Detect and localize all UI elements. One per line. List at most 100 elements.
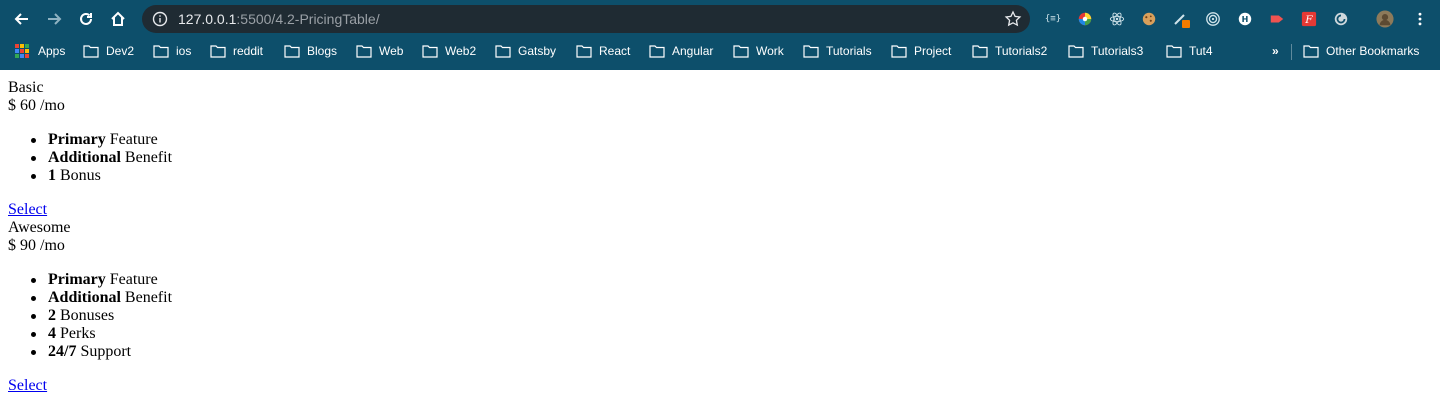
feature-text: Benefit xyxy=(120,149,173,166)
bookmark-label: Project xyxy=(914,44,952,58)
bookmark-folder-tutorials3[interactable]: Tutorials3 xyxy=(1068,42,1143,60)
bookmark-folder-web2[interactable]: Web2 xyxy=(422,42,476,60)
bookmark-label: Other Bookmarks xyxy=(1326,44,1420,58)
select-awesome-link[interactable]: Select xyxy=(8,377,47,395)
folder-icon xyxy=(153,45,169,58)
feature-text: Bonus xyxy=(56,167,101,184)
bookmark-label: Web2 xyxy=(445,44,477,58)
extension-cookie-icon[interactable] xyxy=(1140,10,1158,28)
bookmark-folder-blogs[interactable]: Blogs xyxy=(284,42,337,60)
feature-text: Feature xyxy=(105,271,158,288)
bookmark-folder-angular[interactable]: Angular xyxy=(649,42,713,60)
bookmark-label: ios xyxy=(176,44,192,58)
back-button[interactable] xyxy=(10,7,34,31)
folder-icon xyxy=(83,45,99,58)
bookmark-folder-tutorials2[interactable]: Tutorials2 xyxy=(972,42,1047,60)
folder-icon xyxy=(422,45,438,58)
list-item: Primary Feature xyxy=(0,131,172,149)
browser-toolbar: 127.0.0.1:5500/4.2-PricingTable/ {≡} H F xyxy=(0,0,1440,38)
feature-text: Support xyxy=(76,343,132,360)
feature-highlight: 4 xyxy=(48,325,56,342)
bookmark-label: Gatsby xyxy=(518,44,557,58)
folder-icon xyxy=(733,45,749,58)
feature-highlight: Primary xyxy=(48,131,106,148)
bookmark-label: reddit xyxy=(233,44,264,58)
extension-react-icon[interactable] xyxy=(1108,10,1126,28)
extension-json-icon[interactable]: {≡} xyxy=(1044,10,1062,28)
feature-highlight: 2 xyxy=(48,307,56,324)
bookmark-folder-web[interactable]: Web xyxy=(356,42,403,60)
extension-pen-icon[interactable] xyxy=(1172,10,1190,28)
bookmark-label: Tutorials3 xyxy=(1091,44,1144,58)
svg-text:H: H xyxy=(1242,15,1249,24)
bookmarks-bar: Apps Dev2 ios reddit Blogs Web Web2 Gats… xyxy=(0,38,1440,64)
apps-grid-icon xyxy=(15,44,29,58)
plan-name: Awesome xyxy=(8,219,71,236)
reload-button[interactable] xyxy=(74,7,98,31)
feature-list: Primary Feature Additional Benefit 1 Bon… xyxy=(0,131,172,185)
browser-menu-icon[interactable] xyxy=(1411,10,1429,28)
extension-target-icon[interactable] xyxy=(1204,10,1222,28)
reload-icon xyxy=(80,12,92,25)
extension-color-wheel-icon[interactable] xyxy=(1076,10,1094,28)
chevron-double-right-icon: » xyxy=(1272,44,1279,58)
feature-text: Feature xyxy=(105,131,158,148)
bookmark-label: Apps xyxy=(38,44,66,58)
list-item: 2 Bonuses xyxy=(0,307,172,325)
bookmark-folder-react[interactable]: React xyxy=(576,42,630,60)
bookmark-folder-ios[interactable]: ios xyxy=(153,42,191,60)
feature-text: Benefit xyxy=(120,289,173,306)
url-text: 127.0.0.1:5500/4.2-PricingTable/ xyxy=(178,11,380,27)
list-item: Additional Benefit xyxy=(0,149,172,167)
site-info-icon[interactable] xyxy=(152,11,168,27)
select-basic-link[interactable]: Select xyxy=(8,201,47,219)
folder-icon xyxy=(803,45,819,58)
bookmark-folder-project[interactable]: Project xyxy=(891,42,951,60)
plan-price: $ 60 /mo xyxy=(8,97,65,114)
bookmark-folder-dev2[interactable]: Dev2 xyxy=(83,42,134,60)
folder-icon xyxy=(1068,45,1084,58)
forward-arrow-icon xyxy=(48,13,62,25)
extension-arrow-icon[interactable] xyxy=(1268,10,1286,28)
folder-icon xyxy=(356,45,372,58)
feature-text: Bonuses xyxy=(56,307,115,324)
profile-avatar-icon[interactable] xyxy=(1376,10,1394,28)
folder-icon xyxy=(1166,45,1182,58)
home-icon xyxy=(111,11,125,26)
home-button[interactable] xyxy=(106,7,130,31)
folder-icon xyxy=(891,45,907,58)
bookmark-folder-reddit[interactable]: reddit xyxy=(210,42,263,60)
extension-f-icon[interactable]: F xyxy=(1300,10,1318,28)
bookmark-other-bookmarks[interactable]: Other Bookmarks xyxy=(1303,42,1419,60)
folder-icon xyxy=(972,45,988,58)
feature-highlight: Additional xyxy=(48,149,121,166)
bookmark-label: Tutorials xyxy=(826,44,872,58)
back-arrow-icon xyxy=(14,13,28,25)
bookmark-label: Web xyxy=(379,44,404,58)
address-bar[interactable]: 127.0.0.1:5500/4.2-PricingTable/ xyxy=(142,5,1030,33)
bookmark-label: Dev2 xyxy=(106,44,135,58)
bookmark-label: Tutorials2 xyxy=(995,44,1048,58)
feature-highlight: 1 xyxy=(48,167,56,184)
bookmark-folder-tut4[interactable]: Tut4 xyxy=(1166,42,1213,60)
bookmark-folder-gatsby[interactable]: Gatsby xyxy=(495,42,556,60)
bookmark-apps[interactable]: Apps xyxy=(15,42,65,60)
bookmark-folder-work[interactable]: Work xyxy=(733,42,784,60)
bookmark-label: Blogs xyxy=(307,44,338,58)
bookmark-label: Tut4 xyxy=(1189,44,1213,58)
folder-icon xyxy=(649,45,665,58)
extension-circle-icon[interactable] xyxy=(1332,10,1350,28)
forward-button[interactable] xyxy=(42,7,66,31)
url-path: :5500/4.2-PricingTable/ xyxy=(236,11,380,27)
bookmarks-overflow-button[interactable]: » xyxy=(1272,42,1279,60)
feature-highlight: Primary xyxy=(48,271,106,288)
folder-icon xyxy=(1303,45,1319,58)
folder-icon xyxy=(576,45,592,58)
bookmark-folder-tutorials[interactable]: Tutorials xyxy=(803,42,872,60)
list-item: 4 Perks xyxy=(0,325,172,343)
feature-list: Primary Feature Additional Benefit 2 Bon… xyxy=(0,271,172,361)
extension-h-icon[interactable]: H xyxy=(1236,10,1254,28)
bookmarks-divider xyxy=(1291,44,1292,60)
url-host: 127.0.0.1 xyxy=(178,11,237,27)
bookmark-star-icon[interactable] xyxy=(1004,10,1022,28)
